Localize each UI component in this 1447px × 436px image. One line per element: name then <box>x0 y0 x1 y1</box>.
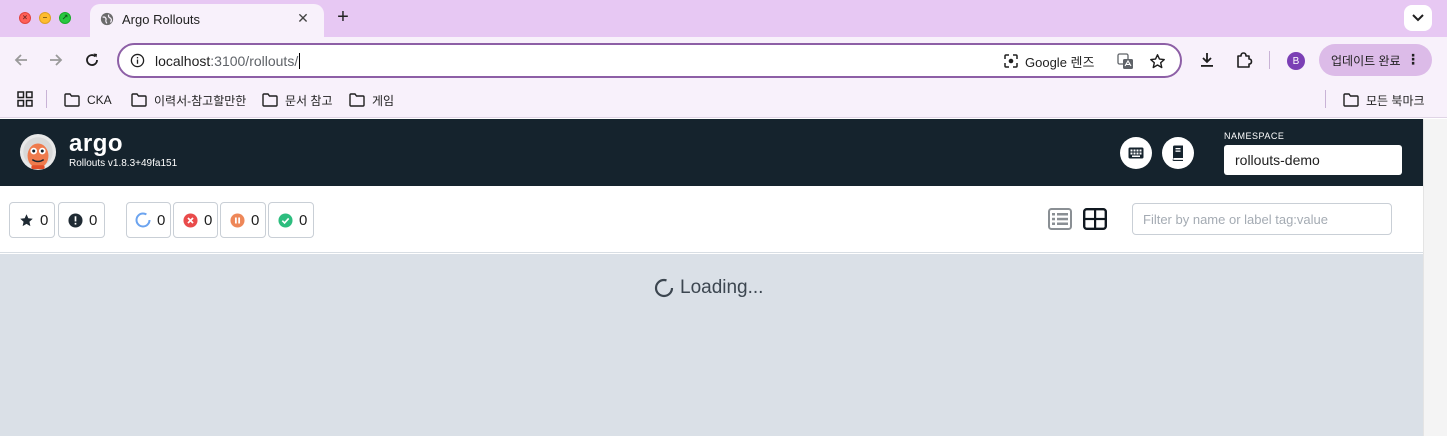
folder-icon <box>131 93 147 107</box>
browser-tab-argo-rollouts[interactable]: Argo Rollouts ✕ <box>90 4 324 37</box>
argo-brand: argo <box>69 130 124 157</box>
argo-logo[interactable] <box>19 133 57 171</box>
toolbar-divider <box>1269 51 1270 69</box>
argo-header: argo Rollouts v1.8.3+49fa151 NAMESPACE <box>0 119 1423 186</box>
bookmark-label: 문서 참고 <box>285 93 333 108</box>
lens-icon <box>1004 54 1018 68</box>
bookmark-star-button[interactable] <box>1148 52 1166 70</box>
paused-count: 0 <box>251 211 260 229</box>
translate-button[interactable] <box>1116 52 1134 70</box>
apps-grid-icon[interactable] <box>17 91 33 107</box>
arrow-left-icon <box>14 54 27 66</box>
bookmark-folder-games[interactable]: 게임 <box>349 90 394 110</box>
filter-bar: 0 0 0 0 0 0 <box>0 186 1423 253</box>
bookmarks-divider <box>46 90 47 108</box>
bookmark-folder-cka[interactable]: CKA <box>64 90 112 110</box>
error-x-icon <box>182 212 198 228</box>
folder-icon <box>64 93 80 107</box>
more-options-icon: ⋮ <box>1406 51 1420 67</box>
documentation-button[interactable] <box>1162 137 1194 169</box>
close-tab-icon[interactable]: ✕ <box>295 10 311 26</box>
puzzle-icon <box>1237 52 1253 68</box>
bookmark-label: 이력서-참고할만한 <box>154 93 247 108</box>
star-icon <box>18 212 34 228</box>
warnings-filter[interactable]: 0 <box>58 202 105 238</box>
reload-button[interactable] <box>81 49 103 71</box>
close-window-button[interactable]: × <box>19 12 31 24</box>
favorites-filter[interactable]: 0 <box>9 202 55 238</box>
all-bookmarks-label: 모든 북마크 <box>1366 93 1425 108</box>
url-host: localhost <box>155 53 211 69</box>
site-info-icon[interactable] <box>130 53 145 68</box>
bookmarks-bar: CKA 이력서-참고할만한 문서 참고 게임 모든 북마크 <box>0 84 1447 118</box>
favorites-count: 0 <box>40 211 49 229</box>
filter-search-input[interactable] <box>1132 203 1392 235</box>
rollouts-version: Rollouts v1.8.3+49fa151 <box>69 158 178 169</box>
warnings-count: 0 <box>89 211 98 229</box>
text-caret <box>299 53 301 69</box>
pause-circle-icon <box>229 212 245 228</box>
profile-avatar[interactable]: B <box>1287 52 1305 70</box>
url-path: :3100/rollouts/ <box>210 53 299 69</box>
healthy-count: 0 <box>299 211 308 229</box>
lens-label: Google 렌즈 <box>1025 54 1095 70</box>
update-button[interactable]: 업데이트 완료 ⋮ <box>1319 44 1432 76</box>
address-bar[interactable]: localhost:3100/rollouts/ Google 렌즈 <box>117 43 1182 78</box>
check-circle-icon <box>277 212 293 228</box>
namespace-label: NAMESPACE <box>1224 131 1285 141</box>
loading-text: Loading... <box>680 277 764 298</box>
progressing-filter[interactable]: 0 <box>126 202 171 238</box>
book-icon <box>1172 145 1183 161</box>
browser-toolbar: localhost:3100/rollouts/ Google 렌즈 B 업데이… <box>0 37 1447 84</box>
url-text[interactable]: localhost:3100/rollouts/ <box>155 53 301 69</box>
browser-tab-strip: × – ↗ Argo Rollouts ✕ + <box>0 0 1447 37</box>
spinner-icon <box>654 278 674 298</box>
keyboard-icon <box>1128 147 1144 159</box>
extensions-button[interactable] <box>1234 50 1254 70</box>
keyboard-shortcuts-button[interactable] <box>1120 137 1152 169</box>
exclamation-circle-icon <box>67 212 83 228</box>
bookmark-label: CKA <box>87 93 112 107</box>
folder-icon <box>1343 93 1359 107</box>
reload-icon <box>86 53 98 66</box>
namespace-input[interactable] <box>1224 145 1402 175</box>
download-icon <box>1201 53 1213 67</box>
tab-title: Argo Rollouts <box>122 12 201 27</box>
degraded-count: 0 <box>204 211 213 229</box>
bookmarks-divider <box>1325 90 1326 108</box>
bookmark-folder-resume[interactable]: 이력서-참고할만한 <box>131 90 246 110</box>
back-button[interactable] <box>10 49 32 71</box>
folder-icon <box>262 93 278 107</box>
tab-search-button[interactable] <box>1404 5 1432 31</box>
new-tab-button[interactable]: + <box>334 7 352 27</box>
chevron-down-icon <box>1412 14 1424 22</box>
progressing-count: 0 <box>157 211 166 229</box>
bookmark-label: 게임 <box>372 93 395 108</box>
google-lens-button[interactable]: Google 렌즈 <box>1003 51 1094 71</box>
minimize-window-button[interactable]: – <box>39 12 51 24</box>
page-scrollbar[interactable] <box>1423 119 1447 436</box>
grid-view-icon[interactable] <box>1083 208 1107 230</box>
healthy-filter[interactable]: 0 <box>268 202 314 238</box>
update-label: 업데이트 완료 <box>1331 53 1401 68</box>
star-outline-icon <box>1149 53 1165 68</box>
folder-icon <box>349 93 365 107</box>
paused-filter[interactable]: 0 <box>220 202 266 238</box>
downloads-button[interactable] <box>1197 50 1217 70</box>
maximize-window-button[interactable]: ↗ <box>59 12 71 24</box>
progressing-circle-icon <box>135 212 151 228</box>
globe-icon <box>100 12 114 26</box>
rollouts-content: Loading... <box>0 254 1423 436</box>
degraded-filter[interactable]: 0 <box>173 202 218 238</box>
all-bookmarks-button[interactable]: 모든 북마크 <box>1343 90 1425 110</box>
translate-icon <box>1116 52 1133 69</box>
arrow-right-icon <box>50 54 63 66</box>
bookmark-folder-docs[interactable]: 문서 참고 <box>262 90 333 110</box>
list-view-icon[interactable] <box>1048 208 1072 230</box>
loading-indicator: Loading... <box>654 277 763 299</box>
forward-button[interactable] <box>45 49 67 71</box>
